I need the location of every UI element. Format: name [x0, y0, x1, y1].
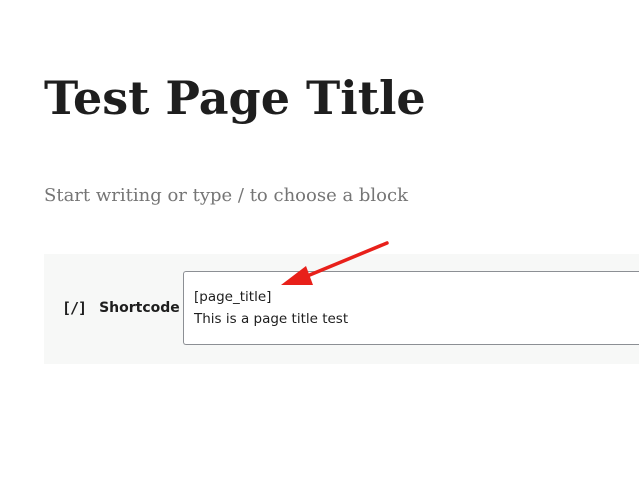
block-editor-canvas: Test Page Title Start writing or type / … [0, 0, 639, 481]
shortcode-icon: [/] [62, 299, 87, 317]
shortcode-textarea[interactable]: [page_title] This is a page title test [183, 271, 639, 345]
shortcode-label: Shortcode [99, 300, 180, 316]
empty-paragraph-placeholder[interactable]: Start writing or type / to choose a bloc… [44, 183, 408, 209]
page-title[interactable]: Test Page Title [44, 68, 426, 128]
shortcode-block-label: [/] Shortcode [62, 299, 180, 317]
shortcode-block[interactable]: [/] Shortcode [page_title] This is a pag… [44, 254, 639, 364]
shortcode-text-line: [page_title] [194, 289, 272, 305]
shortcode-text-line: This is a page title test [194, 311, 349, 327]
